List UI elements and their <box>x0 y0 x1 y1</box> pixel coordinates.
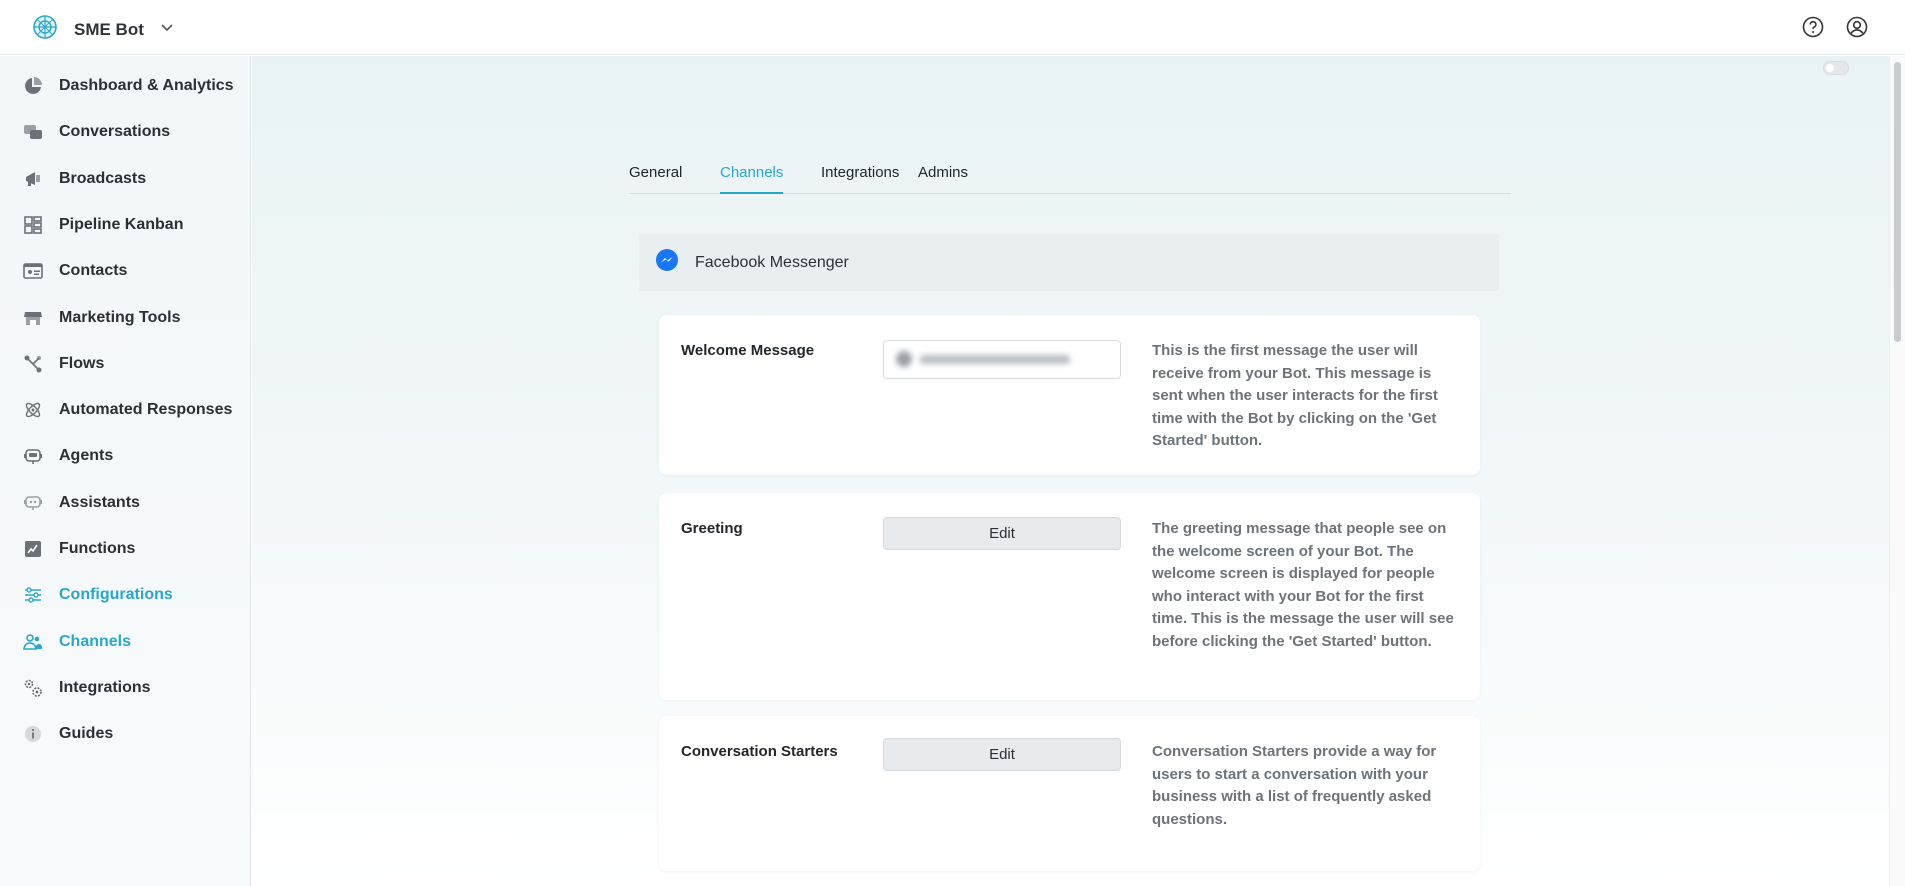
bot-name: SME Bot <box>74 19 144 39</box>
sidebar-item-guides[interactable]: Guides <box>0 714 250 754</box>
sidebar-item-label: Conversations <box>59 123 171 140</box>
info-icon <box>23 724 43 744</box>
sidebar-item-functions[interactable]: Functions <box>0 529 250 569</box>
setting-card-welcome-message: Welcome Message This is the first messag… <box>659 315 1480 475</box>
function-icon <box>23 539 43 559</box>
sidebar-item-configurations[interactable]: Configurations <box>0 575 250 615</box>
blurred-value <box>896 351 1096 367</box>
sidebar-item-label: Agents <box>59 447 114 464</box>
setting-title: Welcome Message <box>681 342 815 359</box>
sidebar-item-label: Broadcasts <box>59 170 147 187</box>
tab-integrations[interactable]: Integrations <box>821 164 899 194</box>
welcome-message-input[interactable] <box>883 340 1121 379</box>
sidebar-item-pipeline-kanban[interactable]: Pipeline Kanban <box>0 205 250 245</box>
greeting-edit-button[interactable]: Edit <box>883 517 1121 550</box>
sidebar-item-label: Pipeline Kanban <box>59 216 184 233</box>
sidebar-item-label: Functions <box>59 540 136 557</box>
sliders-icon <box>23 585 43 605</box>
tab-general[interactable]: General <box>629 164 682 194</box>
chat-bubbles-icon <box>23 122 43 142</box>
sidebar-item-integrations[interactable]: Integrations <box>0 668 250 708</box>
top-bar: SME Bot <box>0 0 1905 55</box>
sidebar-item-assistants[interactable]: Assistants <box>0 483 250 523</box>
agent-icon <box>23 446 43 466</box>
sidebar-item-automated-responses[interactable]: Automated Responses <box>0 390 250 430</box>
conversation-starters-edit-button[interactable]: Edit <box>883 738 1121 771</box>
settings-tabs: General Channels Integrations Admins <box>629 164 1511 194</box>
setting-description: This is the first message the user will … <box>1152 342 1438 449</box>
channel-header[interactable]: Facebook Messenger <box>639 234 1499 291</box>
sidebar-item-label: Guides <box>59 725 114 742</box>
sidebar-item-broadcasts[interactable]: Broadcasts <box>0 159 250 199</box>
sidebar-item-label: Flows <box>59 355 105 372</box>
page-scrollbar[interactable] <box>1889 56 1905 886</box>
sidebar-item-conversations[interactable]: Conversations <box>0 112 250 152</box>
setting-description: The greeting message that people see on … <box>1152 520 1454 650</box>
kanban-icon <box>23 215 43 235</box>
sidebar-item-flows[interactable]: Flows <box>0 344 250 384</box>
channel-name: Facebook Messenger <box>695 253 849 271</box>
setting-title: Conversation Starters <box>681 743 838 760</box>
bot-switcher[interactable]: SME Bot <box>32 14 174 45</box>
scrollbar-thumb[interactable] <box>1894 62 1901 342</box>
storefront-icon <box>23 308 43 328</box>
bot-logo-icon <box>32 14 58 45</box>
sidebar-item-label: Channels <box>59 633 132 650</box>
sidebar-item-contacts[interactable]: Contacts <box>0 251 250 291</box>
sidebar-item-label: Dashboard & Analytics <box>59 77 234 94</box>
theme-toggle[interactable] <box>1823 61 1849 75</box>
sidebar-item-label: Configurations <box>59 586 173 603</box>
sidebar-item-channels[interactable]: Channels <box>0 622 250 662</box>
pie-chart-icon <box>23 76 43 96</box>
flow-icon <box>23 354 43 374</box>
atom-icon <box>23 400 43 420</box>
setting-title: Greeting <box>681 520 743 537</box>
sidebar-item-label: Automated Responses <box>59 401 233 418</box>
sidebar-item-agents[interactable]: Agents <box>0 436 250 476</box>
megaphone-icon <box>23 169 43 189</box>
gears-icon <box>23 678 43 698</box>
assistant-icon <box>23 493 43 513</box>
sidebar-item-label: Integrations <box>59 679 151 696</box>
tab-admins[interactable]: Admins <box>918 164 968 194</box>
chevron-down-icon[interactable] <box>160 20 174 39</box>
setting-card-conversation-starters: Conversation Starters Edit Conversation … <box>659 716 1480 871</box>
sidebar-item-label: Marketing Tools <box>59 309 181 326</box>
sidebar: Dashboard & Analytics Conversations Broadc… <box>0 56 251 886</box>
main-content: General Channels Integrations Admins Fac… <box>252 56 1889 886</box>
sidebar-item-label: Assistants <box>59 494 140 511</box>
contact-card-icon <box>23 261 43 281</box>
setting-description: Conversation Starters provide a way for … <box>1152 743 1437 828</box>
users-icon <box>23 632 43 652</box>
sidebar-item-dashboard-and-analytics[interactable]: Dashboard & Analytics <box>0 66 250 106</box>
sidebar-item-label: Contacts <box>59 262 128 279</box>
sidebar-item-marketing-tools[interactable]: Marketing Tools <box>0 298 250 338</box>
tab-channels[interactable]: Channels <box>720 164 784 194</box>
account-icon[interactable] <box>1845 15 1869 39</box>
messenger-icon <box>655 248 679 277</box>
setting-card-greeting: Greeting Edit The greeting message that … <box>659 493 1480 700</box>
help-icon[interactable] <box>1801 15 1825 39</box>
